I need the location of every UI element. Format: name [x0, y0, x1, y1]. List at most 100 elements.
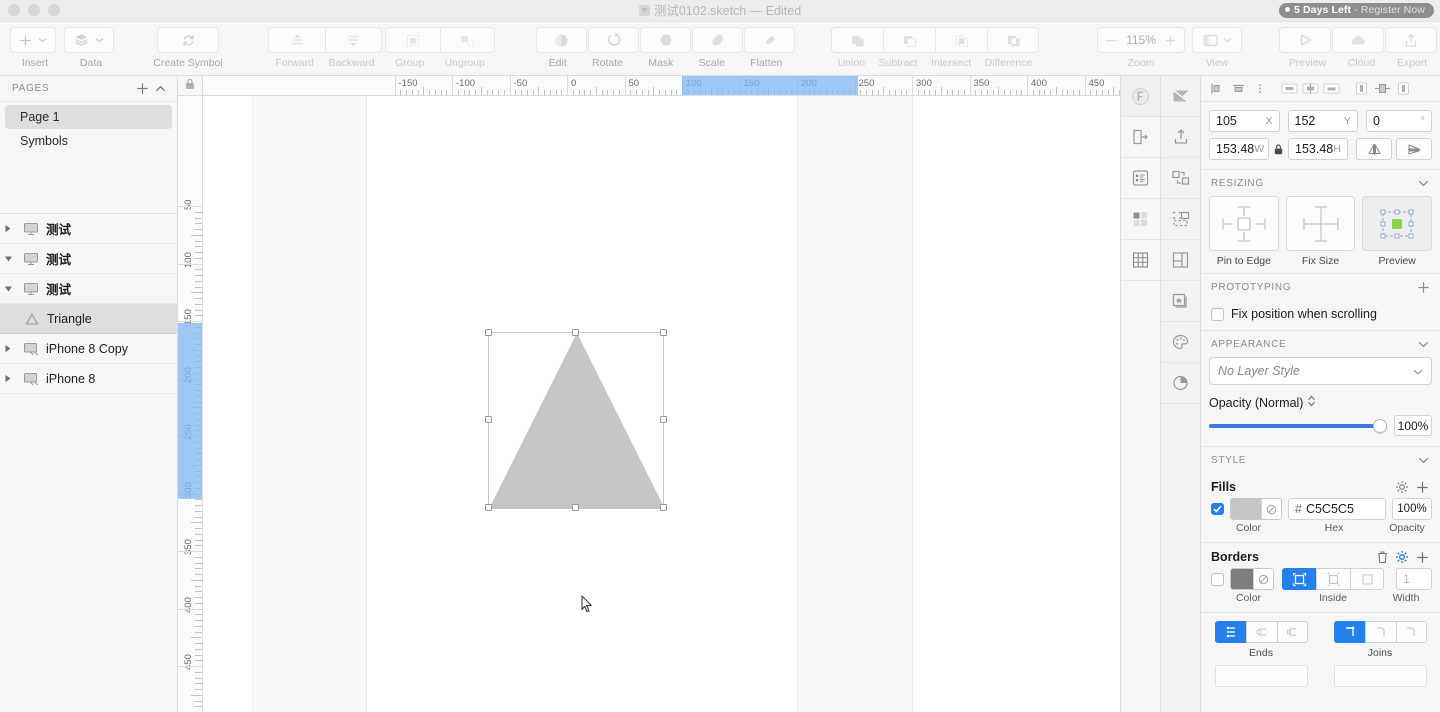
resize-handle-bottom-center[interactable] [572, 504, 579, 511]
group-button[interactable] [385, 27, 440, 53]
trial-register-badge[interactable]: 5 Days Left - Register Now [1279, 3, 1434, 18]
flatten-button[interactable] [744, 27, 795, 53]
grid-table-icon[interactable] [1121, 240, 1160, 281]
layer-row[interactable]: 测试 [0, 274, 177, 304]
slider-knob[interactable] [1373, 418, 1387, 433]
flip-vertical-button[interactable] [1396, 138, 1432, 160]
page-item-page-1[interactable]: Page 1 [5, 105, 172, 129]
fill-enabled-checkbox[interactable] [1211, 503, 1224, 515]
union-button[interactable] [831, 27, 883, 53]
canvas-viewport[interactable] [203, 96, 1120, 712]
resize-handle-bottom-right[interactable] [660, 504, 667, 511]
align-bottom-icon[interactable] [1321, 78, 1342, 99]
chevron-down-icon[interactable] [1414, 451, 1432, 469]
layer-row[interactable]: iPhone 8 Copy [0, 334, 177, 364]
shape-flag-icon[interactable] [1161, 76, 1200, 117]
resize-handle-middle-left[interactable] [485, 416, 492, 423]
align-left-edge-icon[interactable] [1351, 78, 1372, 99]
layer-row[interactable]: 测试 [0, 244, 177, 274]
grid-blocks-icon[interactable] [1121, 199, 1160, 240]
border-color-swatch[interactable] [1230, 568, 1275, 590]
align-right-edge-icon[interactable] [1393, 78, 1414, 99]
border-position-center-button[interactable] [1282, 568, 1317, 590]
width-input[interactable]: 153.48 W [1209, 138, 1269, 160]
fix-position-checkbox[interactable] [1211, 307, 1224, 321]
page-item-symbols[interactable]: Symbols [5, 129, 172, 153]
canvas-area[interactable]: -150-100-5005010015020025030035040045050… [178, 76, 1120, 712]
disclosure-expanded-icon[interactable] [0, 285, 16, 293]
resizing-option-fix-size[interactable]: Fix Size [1285, 196, 1356, 267]
disclosure-collapsed-icon[interactable] [0, 374, 16, 383]
list-detail-icon[interactable] [1121, 158, 1160, 199]
height-input[interactable]: 153.48 H [1288, 138, 1348, 160]
mask-button[interactable] [640, 27, 691, 53]
add-border-plus-icon[interactable] [1412, 551, 1432, 564]
resize-handle-top-center[interactable] [572, 329, 579, 336]
x-position-input[interactable]: 105 X [1209, 110, 1280, 132]
dash-pattern-field[interactable] [1214, 665, 1308, 687]
joins-miter-button[interactable] [1333, 621, 1365, 643]
triangle-shape[interactable] [489, 333, 665, 509]
vertical-ruler[interactable]: 50100150200250300350400450500550 [178, 96, 203, 712]
chevron-down-icon[interactable] [1414, 174, 1432, 192]
chevron-down-icon[interactable] [1414, 335, 1432, 353]
ends-square-button[interactable] [1276, 621, 1308, 643]
resizing-option-preview[interactable]: Preview [1362, 196, 1433, 267]
stepper-icon[interactable] [1307, 395, 1316, 410]
horizontal-ruler[interactable]: -150-100-5005010015020025030035040045050… [203, 76, 1120, 96]
border-position-inside-button[interactable] [1316, 568, 1351, 590]
artboard-region-left[interactable] [252, 96, 366, 712]
add-fill-plus-icon[interactable] [1412, 481, 1432, 494]
font-f-icon[interactable] [1121, 76, 1160, 117]
distribute-icon[interactable] [1249, 78, 1270, 99]
export-button[interactable] [1385, 27, 1437, 53]
resize-handle-top-left[interactable] [485, 329, 492, 336]
subtract-button[interactable] [883, 27, 935, 53]
backward-button[interactable] [325, 27, 382, 53]
align-center-v-icon[interactable] [1372, 78, 1393, 99]
insert-slice-icon[interactable] [1121, 117, 1160, 158]
rotation-input[interactable]: 0 ° [1366, 110, 1432, 132]
create-symbol-button[interactable] [157, 27, 219, 53]
resize-handle-top-right[interactable] [660, 329, 667, 336]
disclosure-collapsed-icon[interactable] [0, 344, 16, 353]
ungroup-button[interactable] [440, 27, 495, 53]
joins-round-button[interactable] [1364, 621, 1396, 643]
border-width-input[interactable]: 1 [1396, 568, 1432, 590]
fills-settings-gear-icon[interactable] [1392, 480, 1412, 494]
rotate-button[interactable] [588, 27, 639, 53]
forward-button[interactable] [268, 27, 325, 53]
add-page-button[interactable] [133, 80, 151, 98]
flip-horizontal-button[interactable] [1356, 138, 1392, 160]
layer-row[interactable]: iPhone 8 [0, 364, 177, 394]
ends-round-button[interactable] [1245, 621, 1277, 643]
transform-icon[interactable] [1161, 158, 1200, 199]
delete-border-trash-icon[interactable] [1372, 550, 1392, 564]
opacity-value-input[interactable]: 100% [1394, 415, 1432, 436]
align-middle-icon[interactable] [1300, 78, 1321, 99]
view-button[interactable] [1192, 27, 1242, 53]
align-top-icon[interactable] [1279, 78, 1300, 99]
align-center-h-icon[interactable] [1228, 78, 1249, 99]
collapse-pages-button[interactable] [151, 80, 169, 98]
upload-icon[interactable] [1161, 117, 1200, 158]
edit-button[interactable] [536, 27, 587, 53]
plus-icon[interactable] [1414, 278, 1432, 296]
fill-opacity-input[interactable]: 100% [1392, 498, 1432, 520]
lock-proportions-icon[interactable] [1273, 144, 1284, 155]
data-button[interactable] [64, 27, 114, 53]
layer-row-triangle[interactable]: Triangle [0, 304, 177, 334]
layer-style-dropdown[interactable]: No Layer Style [1209, 357, 1432, 385]
distribute-icon[interactable] [1161, 199, 1200, 240]
border-enabled-checkbox[interactable] [1211, 572, 1224, 586]
cloud-button[interactable] [1332, 27, 1384, 53]
joins-bevel-button[interactable] [1395, 621, 1427, 643]
symbol-star-icon[interactable] [1161, 281, 1200, 322]
layer-row[interactable]: 测试 [0, 214, 177, 244]
preview-button[interactable] [1279, 27, 1331, 53]
fill-hex-input[interactable]: # C5C5C5 [1288, 498, 1386, 520]
fix-position-row[interactable]: Fix position when scrolling [1201, 300, 1440, 330]
intersect-button[interactable] [935, 27, 987, 53]
ruler-lock-corner[interactable] [178, 76, 203, 96]
border-position-outside-button[interactable] [1350, 568, 1385, 590]
